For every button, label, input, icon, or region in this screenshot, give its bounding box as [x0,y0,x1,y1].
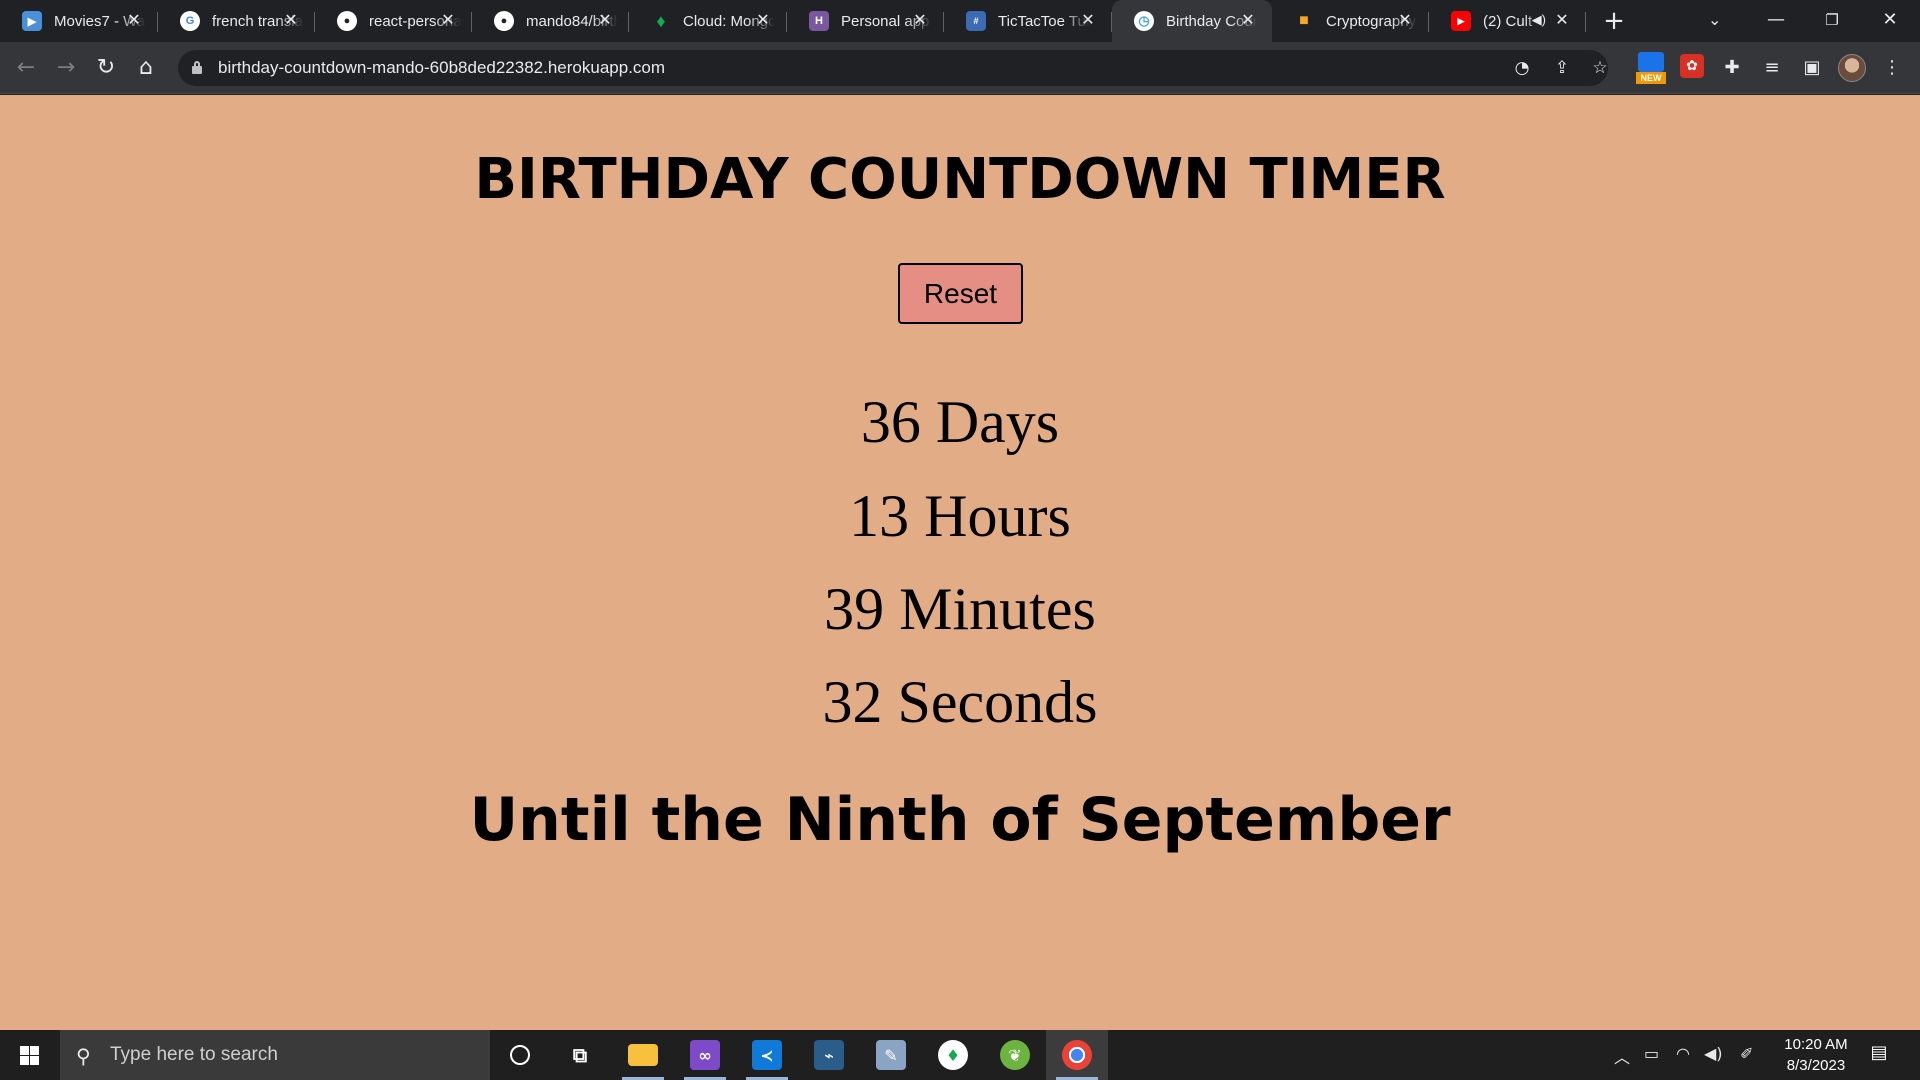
clock-icon: ◷ [1134,11,1154,31]
until-date-heading: Until the Ninth of September [469,785,1451,855]
countdown-seconds: 32 Seconds [822,669,1098,735]
address-bar[interactable]: birthday-countdown-mando-60b8ded22382.he… [178,50,1608,86]
tab-title: TicTacToe Tutorial [998,12,1090,30]
cortana-icon[interactable] [489,1030,551,1080]
play-icon: ▶ [22,11,42,31]
close-tab-icon[interactable]: ✕ [1078,11,1098,31]
sql-icon[interactable]: ⌁ [798,1030,860,1080]
tab-cryptography[interactable]: ■ Cryptography ✕ [1272,0,1429,42]
countdown-hours: 13 Hours [849,483,1071,549]
back-button[interactable]: ← [12,54,40,82]
extension-new-icon[interactable]: NEW [1636,50,1666,84]
media-control-icon[interactable]: ≡ [1758,54,1786,82]
page-content: BIRTHDAY COUNTDOWN TIMER Reset 36 Days 1… [0,95,1920,1030]
mongodb-leaf-icon: ♦ [656,10,666,31]
github-icon: ● [494,11,514,31]
tab-youtube-cult[interactable]: ▶ (2) Cult ◀) ✕ [1429,0,1586,42]
visual-studio-icon[interactable]: ∞ [674,1030,736,1080]
lock-icon[interactable] [192,61,202,74]
forward-button[interactable]: → [52,54,80,82]
url-text[interactable]: birthday-countdown-mando-60b8ded22382.he… [218,50,665,86]
lock-icon: ■ [1299,12,1309,29]
windows-taskbar: ⚲ Type here to search ⧉ ∞ ≺ ⌁ ✎ ♦ ❦ ︿ ▭ … [0,1030,1920,1080]
notifications-icon[interactable]: ▤ [1866,1042,1892,1066]
show-hidden-icons-chevron[interactable]: ︿ [1614,1044,1630,1068]
profile-avatar[interactable] [1838,54,1866,82]
github-icon: ● [337,11,357,31]
tab-movies7[interactable]: ▶ Movies7 - Watch ✕ [0,0,158,42]
file-explorer-icon[interactable] [612,1030,674,1080]
tab-personal-app[interactable]: H Personal app ✕ [787,0,944,42]
paint-icon[interactable]: ✎ [860,1030,922,1080]
taskbar-search-box[interactable]: ⚲ Type here to search [60,1030,490,1080]
search-placeholder: Type here to search [110,1044,278,1065]
spring-icon[interactable]: ❦ [984,1030,1046,1080]
minimize-button[interactable]: — [1748,0,1804,42]
reload-button[interactable]: ↻ [92,54,120,82]
page-title: BIRTHDAY COUNTDOWN TIMER [474,147,1446,212]
tab-french-translate[interactable]: G french translate ✕ [158,0,315,42]
close-tab-icon[interactable]: ✕ [281,11,301,31]
browser-toolbar: ← → ↻ ⌂ birthday-countdown-mando-60b8ded… [0,42,1920,94]
restore-button[interactable]: ❐ [1804,0,1860,42]
heroku-icon: H [809,11,829,31]
youtube-icon: ▶ [1451,11,1471,31]
clock-time: 10:20 AM [1784,1036,1848,1053]
chrome-icon[interactable] [1046,1030,1108,1080]
bookmark-star-icon[interactable]: ☆ [1588,56,1612,80]
search-icon: ⚲ [76,1044,91,1068]
tab-search-chevron-icon[interactable]: ⌄ [1708,10,1721,29]
close-tab-icon[interactable]: ✕ [910,11,930,31]
close-tab-icon[interactable]: ✕ [1238,11,1258,31]
google-icon: G [180,11,200,31]
tab-birthday-countdown[interactable]: ◷ Birthday Countdown ✕ [1112,0,1272,42]
performance-icon[interactable]: ◔ [1510,56,1534,80]
vscode-icon[interactable]: ≺ [736,1030,798,1080]
countdown-minutes: 39 Minutes [824,576,1096,642]
mongodb-compass-icon[interactable]: ♦ [922,1030,984,1080]
start-button[interactable] [0,1030,60,1080]
close-tab-icon[interactable]: ✕ [1395,11,1415,31]
volume-icon[interactable]: ◀) [1704,1044,1723,1063]
wifi-icon[interactable]: ◠ [1676,1044,1690,1063]
close-tab-icon[interactable]: ✕ [124,11,144,31]
share-icon[interactable]: ⇪ [1550,56,1574,80]
menu-kebab-icon[interactable]: ⋮ [1878,54,1906,82]
clock-date: 8/3/2023 [1786,1057,1846,1074]
close-tab-icon[interactable]: ✕ [595,11,615,31]
countdown-days: 36 Days [860,389,1060,455]
close-tab-icon[interactable]: ✕ [753,11,773,31]
extension-red-icon[interactable]: ✿ [1680,54,1704,78]
battery-icon[interactable]: ▭ [1644,1044,1659,1063]
side-panel-icon[interactable]: ▣ [1798,54,1826,82]
close-tab-icon[interactable]: ✕ [438,11,458,31]
extensions-puzzle-icon[interactable]: ✚ [1718,54,1746,82]
tab-mando84[interactable]: ● mando84/birthday ✕ [472,0,629,42]
home-button[interactable]: ⌂ [132,54,160,82]
new-tab-button[interactable]: + [1600,8,1628,36]
tictactoe-icon: # [966,11,986,31]
reset-button[interactable]: Reset [898,263,1023,324]
taskbar-clock[interactable]: 10:20 AM 8/3/2023 [1764,1034,1868,1076]
task-view-icon[interactable]: ⧉ [549,1030,611,1080]
tab-cloud-mongodb[interactable]: ♦ Cloud: MongoDB ✕ [629,0,787,42]
tab-strip: ▶ Movies7 - Watch ✕ G french translate ✕… [0,0,1920,42]
close-window-button[interactable]: ✕ [1862,0,1918,42]
pen-icon[interactable]: ✐ [1740,1044,1753,1063]
new-badge: NEW [1636,72,1666,84]
close-tab-icon[interactable]: ✕ [1552,11,1572,31]
speaker-icon[interactable]: ◀) [1532,12,1546,28]
tab-tictactoe[interactable]: # TicTacToe Tutorial ✕ [944,0,1112,42]
tab-react-personal[interactable]: ● react-personal ✕ [315,0,472,42]
